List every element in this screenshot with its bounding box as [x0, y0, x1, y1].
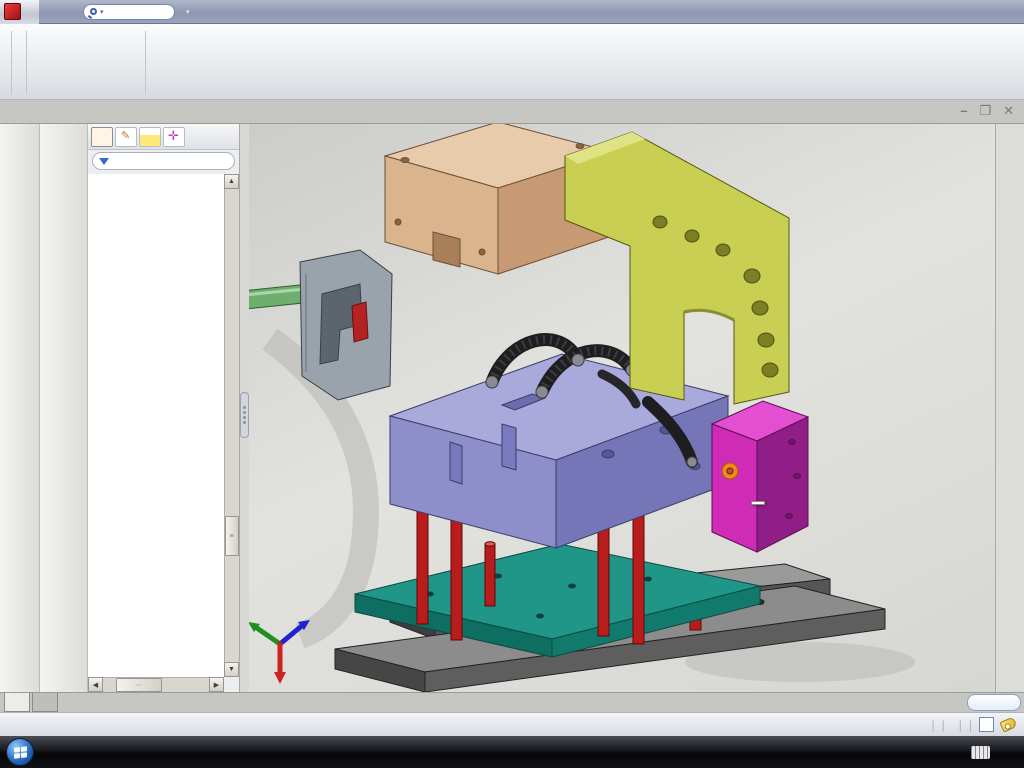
command-manager-tabs: – ❐ ✕ — [0, 100, 1024, 124]
filter-funnel-icon — [99, 158, 109, 165]
status-separator: | — [942, 718, 945, 732]
origin-triad — [249, 620, 310, 684]
feature-manager-tab-bar — [88, 124, 239, 150]
windows-flag-icon — [14, 746, 27, 758]
help-caret-icon[interactable]: ▾ — [186, 8, 190, 16]
mold-toolbar-rail — [40, 124, 88, 692]
model-tab[interactable] — [4, 693, 30, 712]
document-window-controls: – ❐ ✕ — [960, 103, 1014, 119]
features-toolbar-rail — [0, 124, 40, 692]
task-pane-strip — [995, 124, 1024, 692]
motion-study-tab[interactable] — [32, 693, 58, 712]
pattern-flyout-column — [32, 27, 140, 98]
scroll-down-button[interactable]: ▼ — [224, 662, 239, 677]
scroll-right-button[interactable]: ▶ — [209, 677, 224, 692]
network-speed-widget — [967, 694, 1021, 711]
sketch-entity-grid — [17, 27, 21, 98]
os-taskbar — [0, 736, 1024, 768]
model-3d-view — [249, 124, 995, 692]
tree-vertical-scrollbar[interactable]: ▲ ≡ ▼ — [224, 174, 239, 677]
search-caret-icon[interactable]: ▾ — [100, 8, 104, 16]
status-right: | | | | — [932, 717, 1017, 732]
app-logo — [0, 0, 39, 24]
tag-icon[interactable] — [999, 716, 1017, 732]
graphics-area[interactable] — [249, 124, 995, 692]
input-method-keyboard-icon[interactable] — [971, 746, 990, 759]
insert-block-part[interactable] — [712, 401, 808, 552]
status-bar: | | | | — [0, 712, 1024, 736]
tree-horizontal-scrollbar[interactable]: ◀ ⋯ ▶ — [88, 677, 224, 692]
tree-filter-input[interactable] — [92, 152, 235, 170]
search-magnifier-icon — [90, 8, 97, 15]
doc-restore-button[interactable]: ❐ — [979, 103, 991, 119]
system-tray — [971, 746, 1024, 759]
quick-tips-button[interactable] — [979, 717, 994, 732]
status-separator: | — [959, 718, 962, 732]
main-area: ▲ ≡ ▼ ◀ ⋯ ▶ — [0, 124, 1024, 692]
dimxpertmanager-tab-icon[interactable] — [163, 127, 185, 147]
status-separator: | — [969, 718, 972, 732]
scroll-thumb[interactable]: ⋯ — [116, 678, 162, 692]
command-manager-toolbar — [0, 24, 1024, 100]
panel-splitter-grip[interactable] — [240, 392, 249, 438]
scroll-up-button[interactable]: ▲ — [224, 174, 239, 189]
solidworks-cube-icon — [4, 3, 21, 20]
status-separator: | — [932, 718, 935, 732]
start-button[interactable] — [6, 738, 34, 766]
cam-block-part[interactable] — [300, 250, 392, 400]
search-box[interactable]: ▾ — [83, 4, 175, 20]
doc-close-button[interactable]: ✕ — [1003, 103, 1014, 119]
propertymanager-tab-icon[interactable] — [115, 127, 137, 147]
scroll-left-button[interactable]: ◀ — [88, 677, 103, 692]
scroll-thumb[interactable]: ≡ — [225, 516, 239, 556]
doc-minimize-button[interactable]: – — [960, 103, 967, 119]
feature-tree — [88, 174, 224, 677]
tree-filter-row — [88, 150, 239, 172]
featuremanager-tab-icon[interactable] — [91, 127, 113, 147]
document-tab-band — [0, 692, 1024, 712]
configurationmanager-tab-icon[interactable] — [139, 127, 161, 147]
feature-manager-panel: ▲ ≡ ▼ ◀ ⋯ ▶ — [88, 124, 240, 692]
feature-tooltip — [751, 501, 765, 505]
title-bar: ▾ ▾ — [0, 0, 1024, 24]
